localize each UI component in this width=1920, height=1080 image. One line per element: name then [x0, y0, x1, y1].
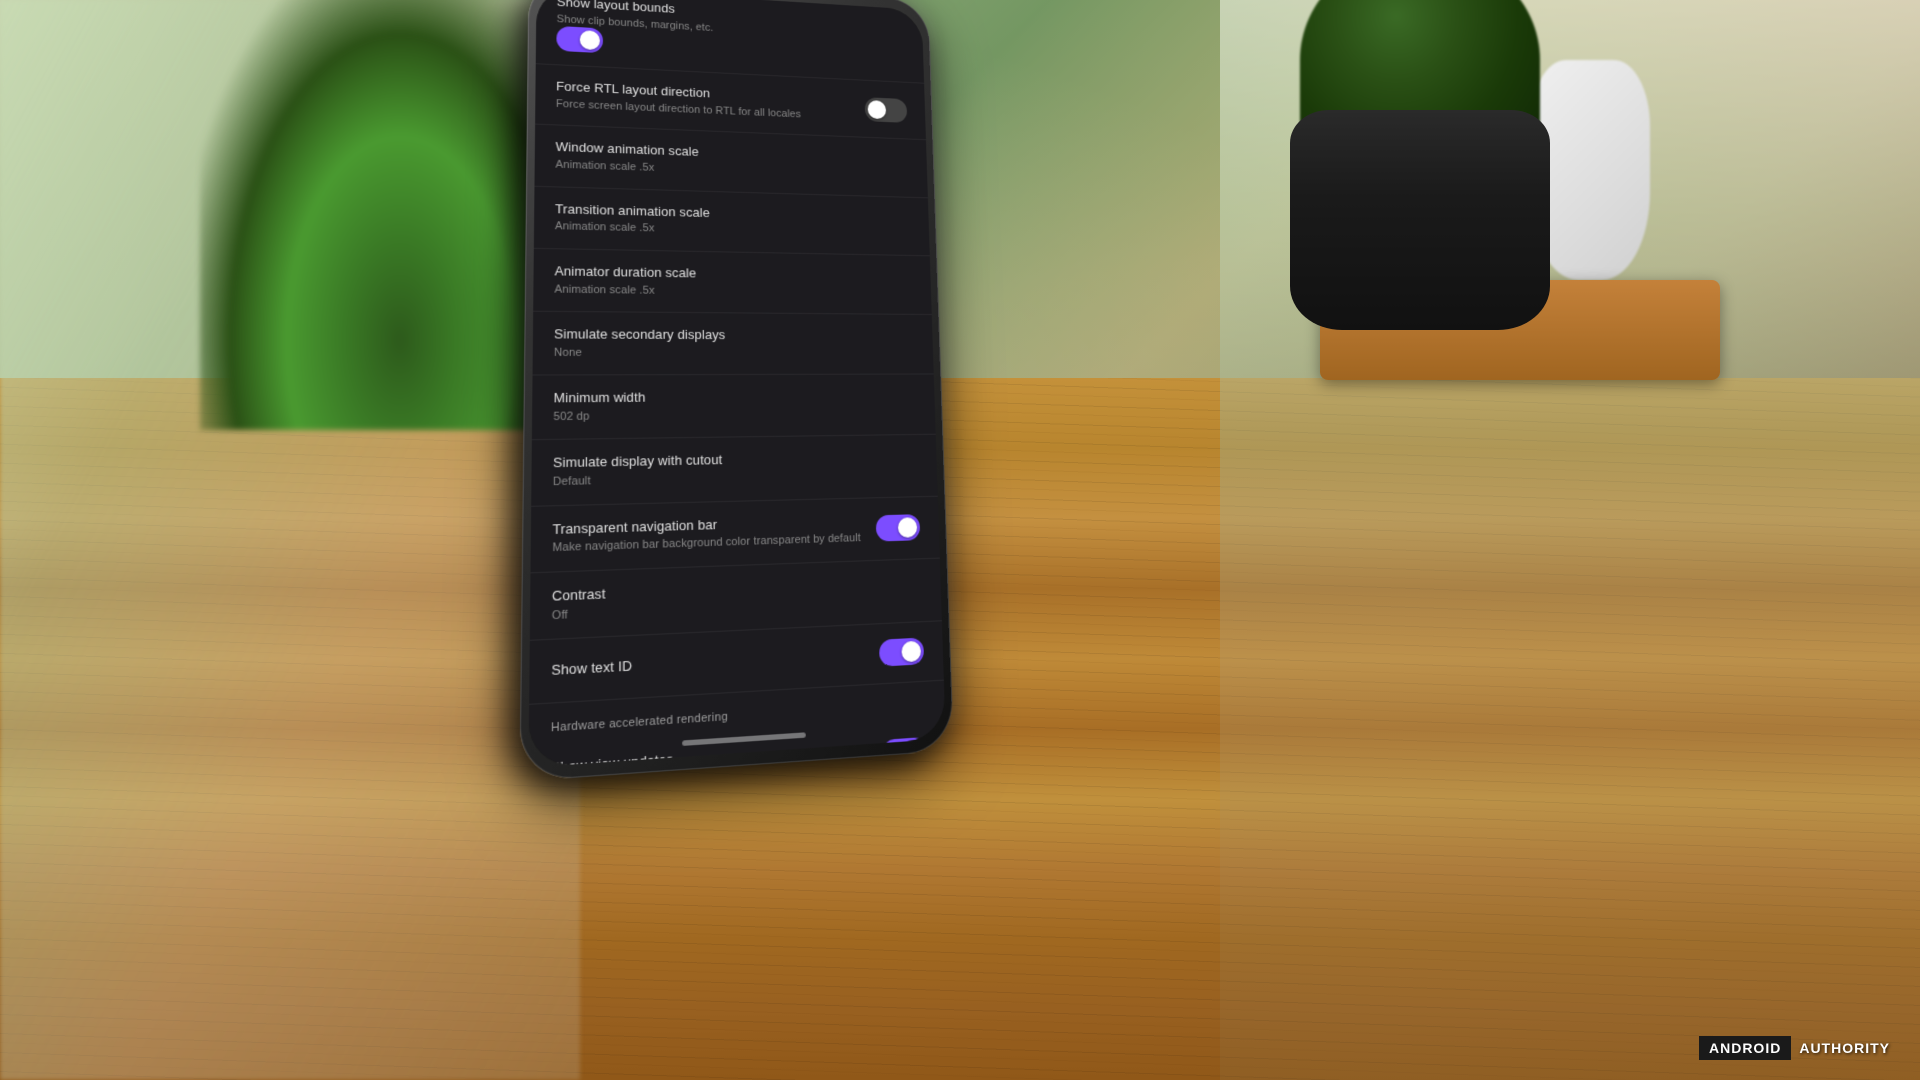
setting-subtitle-minimum-width: 502 dp — [553, 407, 905, 425]
phone-device: Show layout bounds Show clip bounds, mar… — [519, 0, 953, 782]
setting-subtitle-simulate-secondary: None — [554, 345, 904, 360]
screen-content: Show layout bounds Show clip bounds, mar… — [528, 0, 945, 767]
settings-list: Show layout bounds Show clip bounds, mar… — [528, 0, 945, 767]
setting-text-minimum-width: Minimum width 502 dp — [553, 388, 916, 424]
setting-item-minimum-width[interactable]: Minimum width 502 dp — [532, 375, 936, 441]
watermark: ANDROID AUTHORITY — [1699, 1036, 1890, 1060]
setting-title-animator-duration: Animator duration scale — [555, 263, 902, 285]
phone-screen: Show layout bounds Show clip bounds, mar… — [528, 0, 945, 767]
setting-title-show-text-id: Show text ID — [551, 645, 868, 680]
setting-item-transition-animation[interactable]: Transition animation scale Animation sca… — [534, 186, 930, 256]
setting-item-animator-duration[interactable]: Animator duration scale Animation scale … — [533, 249, 932, 315]
watermark-android-text: ANDROID — [1699, 1036, 1791, 1060]
toggle-show-layout[interactable] — [556, 26, 603, 53]
setting-title-simulate-secondary: Simulate secondary displays — [554, 326, 903, 344]
phone-body: Show layout bounds Show clip bounds, mar… — [519, 0, 953, 782]
setting-text-show-text-id: Show text ID — [551, 645, 879, 680]
setting-item-simulate-secondary[interactable]: Simulate secondary displays None — [533, 312, 934, 376]
toggle-show-text-id[interactable] — [879, 638, 924, 667]
plant-pot-right — [1270, 0, 1570, 350]
setting-text-force-rtl: Force RTL layout direction Force screen … — [556, 79, 865, 124]
setting-text-contrast: Contrast Off — [552, 573, 923, 623]
toggle-knob-show-text-id — [901, 641, 921, 663]
toggle-transparent-nav[interactable] — [876, 514, 921, 541]
setting-text-simulate-secondary: Simulate secondary displays None — [554, 326, 915, 360]
watermark-authority-text: AUTHORITY — [1799, 1040, 1890, 1056]
toggle-force-rtl[interactable] — [865, 97, 908, 123]
setting-text-transition-animation: Transition animation scale Animation sca… — [555, 201, 911, 242]
toggle-knob — [580, 30, 600, 50]
setting-title-minimum-width: Minimum width — [553, 388, 904, 407]
setting-item-simulate-cutout[interactable]: Simulate display with cutout Default — [531, 435, 938, 506]
toggle-knob-transparent-nav — [898, 517, 918, 538]
setting-text: Show layout bounds Show clip bounds, mar… — [557, 0, 905, 46]
toggle-knob-rtl — [867, 100, 886, 119]
setting-text-animator-duration: Animator duration scale Animation scale … — [554, 263, 912, 300]
setting-text-transparent-nav: Transparent navigation bar Make navigati… — [552, 512, 876, 556]
setting-text-simulate-cutout: Simulate display with cutout Default — [553, 449, 919, 490]
setting-text-window-animation: Window animation scale Animation scale .… — [555, 139, 909, 183]
setting-subtitle-animator-duration: Animation scale .5x — [554, 282, 901, 300]
